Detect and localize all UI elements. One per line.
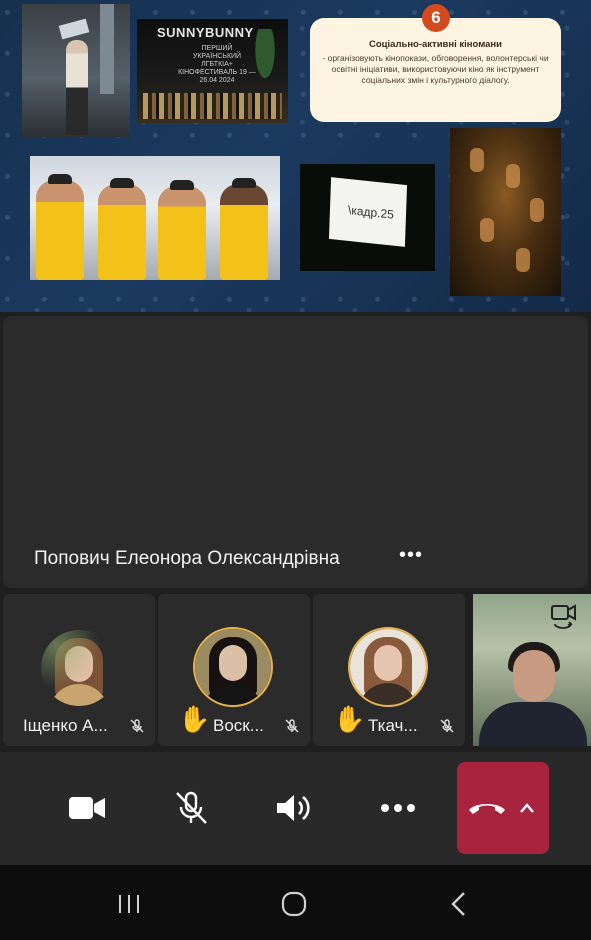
recent-apps-icon[interactable] [114, 889, 144, 919]
camera-button[interactable] [67, 788, 107, 828]
end-call-button[interactable] [457, 762, 549, 854]
participant-name: Іщенко А... [23, 716, 108, 735]
mic-off-icon [130, 719, 144, 733]
photo-festival-stage: SUNNYBUNNY ПЕРШИЙ УКРАЇНСЬКИЙ ЛГБТКІА+ К… [137, 19, 288, 123]
festival-subtitle: ПЕРШИЙ УКРАЇНСЬКИЙ ЛГБТКІА+ КІНОФЕСТИВАЛ… [178, 45, 256, 84]
card-title: Соціально-активні кіномани [369, 39, 502, 50]
photo-station [22, 4, 130, 137]
speaker-button[interactable] [274, 788, 314, 828]
raised-hand-icon: ✋ [333, 704, 366, 734]
festival-logo: SUNNYBUNNY [157, 25, 254, 40]
more-options-icon[interactable]: ••• [396, 542, 426, 568]
system-nav-bar [0, 865, 591, 940]
chevron-up-icon[interactable] [519, 802, 535, 814]
avatar [41, 630, 117, 706]
mic-button[interactable] [171, 788, 211, 828]
avatar [348, 627, 428, 707]
raised-hand-icon: ✋ [178, 704, 211, 734]
speaker-icon [277, 795, 310, 821]
mic-off-icon [285, 719, 299, 733]
info-card: Соціально-активні кіномани - організовую… [310, 18, 561, 122]
call-controls [0, 752, 591, 865]
participant-tile[interactable]: ✋ Ткач... [313, 594, 465, 746]
home-icon[interactable] [279, 889, 309, 919]
participant-tile[interactable]: ✋ Воск... [158, 594, 310, 746]
back-icon[interactable] [444, 889, 474, 919]
participant-name: Ткач... [368, 716, 418, 735]
camera-icon [69, 797, 105, 819]
more-button[interactable] [378, 788, 418, 828]
switch-camera-icon[interactable] [549, 600, 579, 630]
participant-tile[interactable]: Іщенко А... [3, 594, 155, 746]
step-badge: 6 [422, 4, 450, 32]
mic-off-icon [440, 719, 454, 733]
avatar [193, 627, 273, 707]
self-video-tile[interactable] [473, 594, 591, 746]
participant-name: Воск... [213, 716, 264, 735]
more-icon [381, 804, 415, 812]
mic-off-icon [176, 791, 207, 824]
speaker-tile[interactable]: Попович Елеонора Олександрівна ••• [3, 316, 588, 588]
photo-screen: \кадр.25 [300, 164, 435, 271]
hang-up-icon [469, 804, 505, 814]
photo-volunteers [30, 156, 280, 280]
screen-text: \кадр.25 [347, 202, 395, 222]
shared-slide: SUNNYBUNNY ПЕРШИЙ УКРАЇНСЬКИЙ ЛГБТКІА+ К… [0, 0, 591, 312]
photo-dance [450, 128, 561, 296]
card-body: - організовують кінопокази, обговорення,… [322, 53, 549, 85]
speaker-name: Попович Елеонора Олександрівна [34, 548, 340, 569]
